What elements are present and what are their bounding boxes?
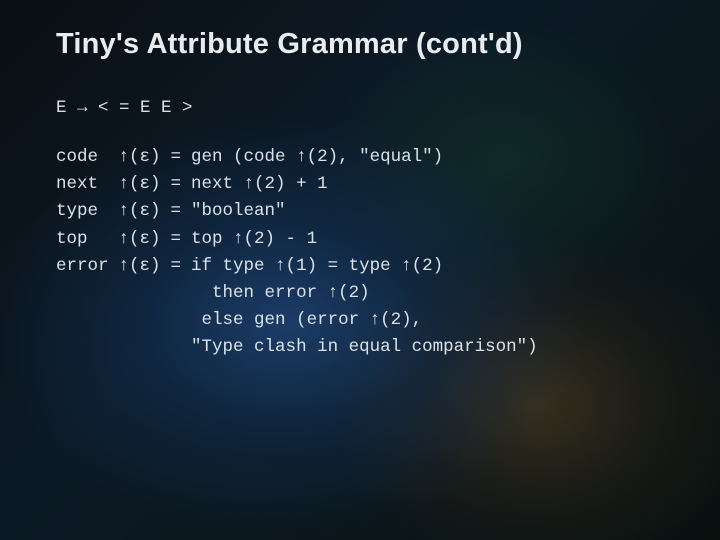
slide: Tiny's Attribute Grammar (cont'd) E → < … [0,0,720,540]
attr-inh: ↑(ε) [119,253,161,362]
attr-rhs: next ↑(2) + 1 [191,171,674,198]
attr-inh: ↑(ε) [119,226,161,253]
attr-eq: = [171,253,182,362]
attribute-rules: code ↑(ε) = gen (code ↑(2), "equal") nex… [56,144,674,361]
attr-name: type [56,198,109,225]
attr-name: top [56,226,109,253]
attr-rhs: gen (code ↑(2), "equal") [191,144,674,171]
attr-rhs: if type ↑(1) = type ↑(2) then error ↑(2)… [191,253,674,362]
attr-name: error [56,253,109,362]
attr-rhs: top ↑(2) - 1 [191,226,674,253]
production-rule: E → < = E E > [56,95,674,122]
attr-inh: ↑(ε) [119,144,161,171]
slide-title: Tiny's Attribute Grammar (cont'd) [56,28,674,61]
attr-eq: = [171,171,182,198]
attr-eq: = [171,226,182,253]
attr-inh: ↑(ε) [119,171,161,198]
attr-name: next [56,171,109,198]
attr-inh: ↑(ε) [119,198,161,225]
attr-eq: = [171,198,182,225]
attr-rhs: "boolean" [191,198,674,225]
attr-eq: = [171,144,182,171]
attr-name: code [56,144,109,171]
